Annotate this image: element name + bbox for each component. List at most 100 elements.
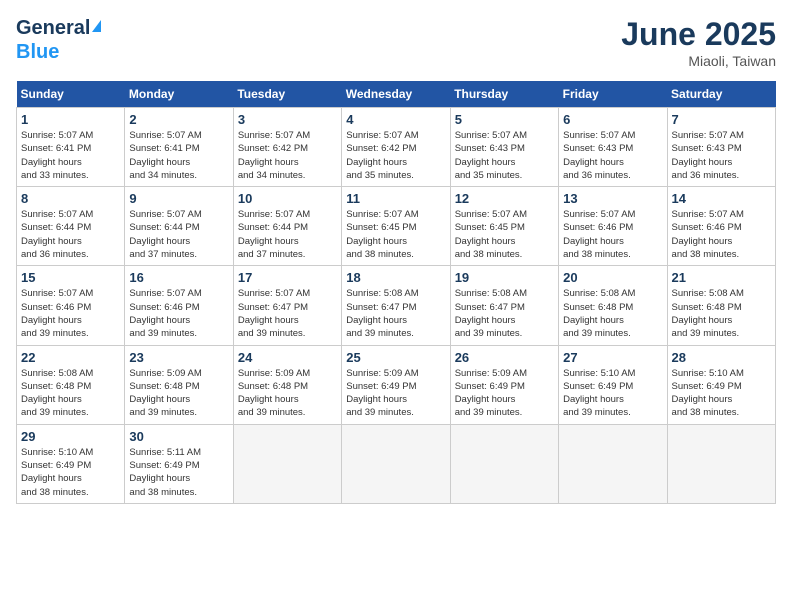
day-cell: 6 Sunrise: 5:07 AMSunset: 6:43 PMDayligh…	[559, 108, 667, 187]
month-title: June 2025	[621, 16, 776, 53]
day-detail: Sunrise: 5:11 AMSunset: 6:49 PMDaylight …	[129, 447, 201, 498]
day-number: 27	[563, 350, 662, 365]
day-number: 23	[129, 350, 228, 365]
day-number: 21	[672, 270, 771, 285]
day-number: 6	[563, 112, 662, 127]
day-cell: 4 Sunrise: 5:07 AMSunset: 6:42 PMDayligh…	[342, 108, 450, 187]
day-cell: 18 Sunrise: 5:08 AMSunset: 6:47 PMDaylig…	[342, 266, 450, 345]
header-row: Sunday Monday Tuesday Wednesday Thursday…	[17, 81, 776, 108]
col-tuesday: Tuesday	[233, 81, 341, 108]
calendar-table: Sunday Monday Tuesday Wednesday Thursday…	[16, 81, 776, 504]
day-cell: 19 Sunrise: 5:08 AMSunset: 6:47 PMDaylig…	[450, 266, 558, 345]
day-cell: 16 Sunrise: 5:07 AMSunset: 6:46 PMDaylig…	[125, 266, 233, 345]
day-number: 13	[563, 191, 662, 206]
day-number: 16	[129, 270, 228, 285]
day-detail: Sunrise: 5:08 AMSunset: 6:48 PMDaylight …	[672, 288, 744, 339]
day-number: 10	[238, 191, 337, 206]
day-detail: Sunrise: 5:07 AMSunset: 6:41 PMDaylight …	[21, 130, 93, 181]
day-detail: Sunrise: 5:07 AMSunset: 6:42 PMDaylight …	[238, 130, 310, 181]
empty-cell	[559, 424, 667, 503]
day-cell: 26 Sunrise: 5:09 AMSunset: 6:49 PMDaylig…	[450, 345, 558, 424]
day-number: 24	[238, 350, 337, 365]
day-cell: 14 Sunrise: 5:07 AMSunset: 6:46 PMDaylig…	[667, 187, 775, 266]
day-cell: 24 Sunrise: 5:09 AMSunset: 6:48 PMDaylig…	[233, 345, 341, 424]
day-detail: Sunrise: 5:07 AMSunset: 6:46 PMDaylight …	[21, 288, 93, 339]
day-number: 28	[672, 350, 771, 365]
day-cell: 22 Sunrise: 5:08 AMSunset: 6:48 PMDaylig…	[17, 345, 125, 424]
day-cell: 2 Sunrise: 5:07 AMSunset: 6:41 PMDayligh…	[125, 108, 233, 187]
day-number: 2	[129, 112, 228, 127]
day-number: 8	[21, 191, 120, 206]
day-number: 14	[672, 191, 771, 206]
day-detail: Sunrise: 5:07 AMSunset: 6:44 PMDaylight …	[129, 209, 201, 260]
day-cell: 13 Sunrise: 5:07 AMSunset: 6:46 PMDaylig…	[559, 187, 667, 266]
col-thursday: Thursday	[450, 81, 558, 108]
empty-cell	[342, 424, 450, 503]
day-number: 25	[346, 350, 445, 365]
day-number: 4	[346, 112, 445, 127]
day-detail: Sunrise: 5:09 AMSunset: 6:48 PMDaylight …	[129, 368, 201, 419]
day-detail: Sunrise: 5:09 AMSunset: 6:48 PMDaylight …	[238, 368, 310, 419]
day-detail: Sunrise: 5:07 AMSunset: 6:46 PMDaylight …	[563, 209, 635, 260]
logo-line1: General	[16, 16, 101, 40]
day-detail: Sunrise: 5:07 AMSunset: 6:45 PMDaylight …	[346, 209, 418, 260]
day-detail: Sunrise: 5:09 AMSunset: 6:49 PMDaylight …	[455, 368, 527, 419]
day-detail: Sunrise: 5:09 AMSunset: 6:49 PMDaylight …	[346, 368, 418, 419]
day-detail: Sunrise: 5:07 AMSunset: 6:45 PMDaylight …	[455, 209, 527, 260]
day-detail: Sunrise: 5:07 AMSunset: 6:41 PMDaylight …	[129, 130, 201, 181]
day-cell: 23 Sunrise: 5:09 AMSunset: 6:48 PMDaylig…	[125, 345, 233, 424]
day-cell: 8 Sunrise: 5:07 AMSunset: 6:44 PMDayligh…	[17, 187, 125, 266]
day-detail: Sunrise: 5:10 AMSunset: 6:49 PMDaylight …	[563, 368, 635, 419]
day-detail: Sunrise: 5:07 AMSunset: 6:44 PMDaylight …	[21, 209, 93, 260]
day-number: 12	[455, 191, 554, 206]
day-cell: 29 Sunrise: 5:10 AMSunset: 6:49 PMDaylig…	[17, 424, 125, 503]
day-detail: Sunrise: 5:08 AMSunset: 6:48 PMDaylight …	[21, 368, 93, 419]
calendar-row: 29 Sunrise: 5:10 AMSunset: 6:49 PMDaylig…	[17, 424, 776, 503]
day-cell: 7 Sunrise: 5:07 AMSunset: 6:43 PMDayligh…	[667, 108, 775, 187]
day-number: 11	[346, 191, 445, 206]
day-cell: 15 Sunrise: 5:07 AMSunset: 6:46 PMDaylig…	[17, 266, 125, 345]
calendar-row: 22 Sunrise: 5:08 AMSunset: 6:48 PMDaylig…	[17, 345, 776, 424]
logo-line2: Blue	[16, 40, 59, 64]
day-number: 26	[455, 350, 554, 365]
logo: General Blue	[16, 16, 101, 64]
day-cell: 28 Sunrise: 5:10 AMSunset: 6:49 PMDaylig…	[667, 345, 775, 424]
day-cell: 27 Sunrise: 5:10 AMSunset: 6:49 PMDaylig…	[559, 345, 667, 424]
day-cell: 11 Sunrise: 5:07 AMSunset: 6:45 PMDaylig…	[342, 187, 450, 266]
day-detail: Sunrise: 5:07 AMSunset: 6:43 PMDaylight …	[455, 130, 527, 181]
day-cell: 30 Sunrise: 5:11 AMSunset: 6:49 PMDaylig…	[125, 424, 233, 503]
day-cell: 21 Sunrise: 5:08 AMSunset: 6:48 PMDaylig…	[667, 266, 775, 345]
day-cell: 17 Sunrise: 5:07 AMSunset: 6:47 PMDaylig…	[233, 266, 341, 345]
empty-cell	[450, 424, 558, 503]
day-number: 9	[129, 191, 228, 206]
day-number: 1	[21, 112, 120, 127]
page-header: General Blue June 2025 Miaoli, Taiwan	[16, 16, 776, 69]
day-detail: Sunrise: 5:07 AMSunset: 6:43 PMDaylight …	[563, 130, 635, 181]
day-detail: Sunrise: 5:10 AMSunset: 6:49 PMDaylight …	[672, 368, 744, 419]
day-number: 29	[21, 429, 120, 444]
empty-cell	[667, 424, 775, 503]
col-saturday: Saturday	[667, 81, 775, 108]
day-number: 19	[455, 270, 554, 285]
day-detail: Sunrise: 5:07 AMSunset: 6:44 PMDaylight …	[238, 209, 310, 260]
day-detail: Sunrise: 5:07 AMSunset: 6:43 PMDaylight …	[672, 130, 744, 181]
day-detail: Sunrise: 5:08 AMSunset: 6:47 PMDaylight …	[346, 288, 418, 339]
day-detail: Sunrise: 5:07 AMSunset: 6:42 PMDaylight …	[346, 130, 418, 181]
title-section: June 2025 Miaoli, Taiwan	[621, 16, 776, 69]
day-number: 5	[455, 112, 554, 127]
day-cell: 12 Sunrise: 5:07 AMSunset: 6:45 PMDaylig…	[450, 187, 558, 266]
col-monday: Monday	[125, 81, 233, 108]
day-cell: 10 Sunrise: 5:07 AMSunset: 6:44 PMDaylig…	[233, 187, 341, 266]
col-wednesday: Wednesday	[342, 81, 450, 108]
day-number: 3	[238, 112, 337, 127]
day-cell: 9 Sunrise: 5:07 AMSunset: 6:44 PMDayligh…	[125, 187, 233, 266]
day-number: 7	[672, 112, 771, 127]
day-detail: Sunrise: 5:08 AMSunset: 6:48 PMDaylight …	[563, 288, 635, 339]
location: Miaoli, Taiwan	[621, 53, 776, 69]
calendar-row: 15 Sunrise: 5:07 AMSunset: 6:46 PMDaylig…	[17, 266, 776, 345]
day-detail: Sunrise: 5:07 AMSunset: 6:47 PMDaylight …	[238, 288, 310, 339]
col-friday: Friday	[559, 81, 667, 108]
day-detail: Sunrise: 5:10 AMSunset: 6:49 PMDaylight …	[21, 447, 93, 498]
day-cell: 25 Sunrise: 5:09 AMSunset: 6:49 PMDaylig…	[342, 345, 450, 424]
day-cell: 5 Sunrise: 5:07 AMSunset: 6:43 PMDayligh…	[450, 108, 558, 187]
